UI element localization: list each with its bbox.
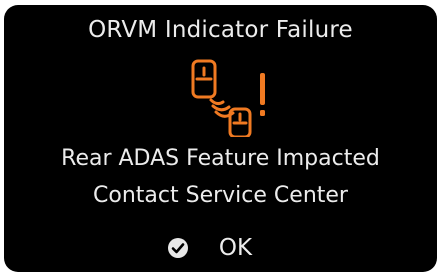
ok-button[interactable]: OK bbox=[4, 228, 437, 268]
message-line-2: Contact Service Center bbox=[93, 183, 348, 208]
ok-label: OK bbox=[218, 235, 253, 261]
alert-popup: ORVM Indicator Failure Rear ADAS Feature… bbox=[4, 5, 437, 272]
popup-title: ORVM Indicator Failure bbox=[88, 17, 353, 43]
message-line-1: Rear ADAS Feature Impacted bbox=[61, 146, 380, 171]
check-icon bbox=[167, 238, 188, 258]
orvm-warning-icon bbox=[191, 59, 265, 137]
